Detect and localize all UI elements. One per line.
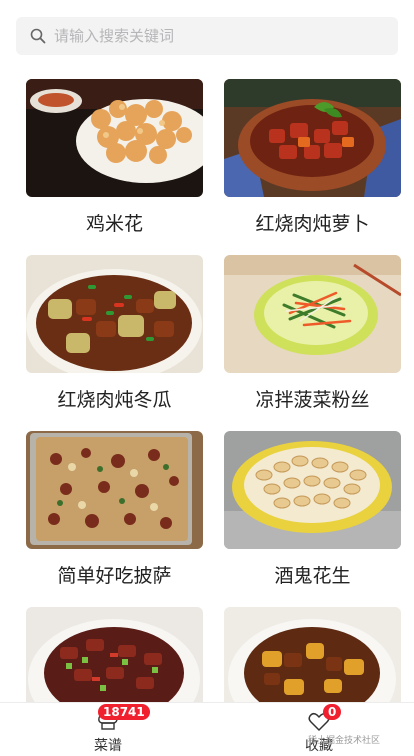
recipe-card[interactable]: 简单好吃披萨 [26,431,203,603]
search-bar[interactable] [16,17,398,55]
watermark: 稀土掘金技术社区 [308,736,381,746]
search-input[interactable] [54,27,374,45]
recipe-photo[interactable] [26,79,203,197]
tab-recipes-label: 菜谱 [94,738,122,754]
tab-favorites[interactable]: 0 收藏 [259,703,379,756]
tab-recipes[interactable]: 18741 菜谱 [48,703,168,756]
favorites-count-badge: 0 [323,704,342,720]
recipe-title: 鸡米花 [85,213,143,235]
recipe-photo[interactable] [224,79,401,197]
recipe-photo[interactable] [26,255,203,373]
recipe-card[interactable]: 凉拌菠菜粉丝 [224,255,401,427]
recipe-photo[interactable] [26,431,203,549]
recipe-title: 酒鬼花生 [274,565,351,587]
recipe-title: 红烧肉炖萝卜 [255,213,370,235]
search-header [0,0,414,70]
search-icon [30,28,46,44]
recipe-title: 红烧肉炖冬瓜 [57,389,172,411]
recipe-photo[interactable] [224,431,401,549]
recipe-card[interactable]: 酒鬼花生 [224,431,401,603]
recipes-count-badge: 18741 [98,704,150,720]
recipe-title: 简单好吃披萨 [57,565,172,587]
bottom-tab-bar: 18741 菜谱 0 收藏 [0,702,414,756]
recipe-card[interactable]: 红烧肉炖萝卜 [224,79,401,251]
recipe-card[interactable]: 红烧肉炖冬瓜 [26,255,203,427]
recipe-card[interactable]: 鸡米花 [26,79,203,251]
recipe-photo[interactable] [224,255,401,373]
recipe-title: 凉拌菠菜粉丝 [255,389,370,411]
